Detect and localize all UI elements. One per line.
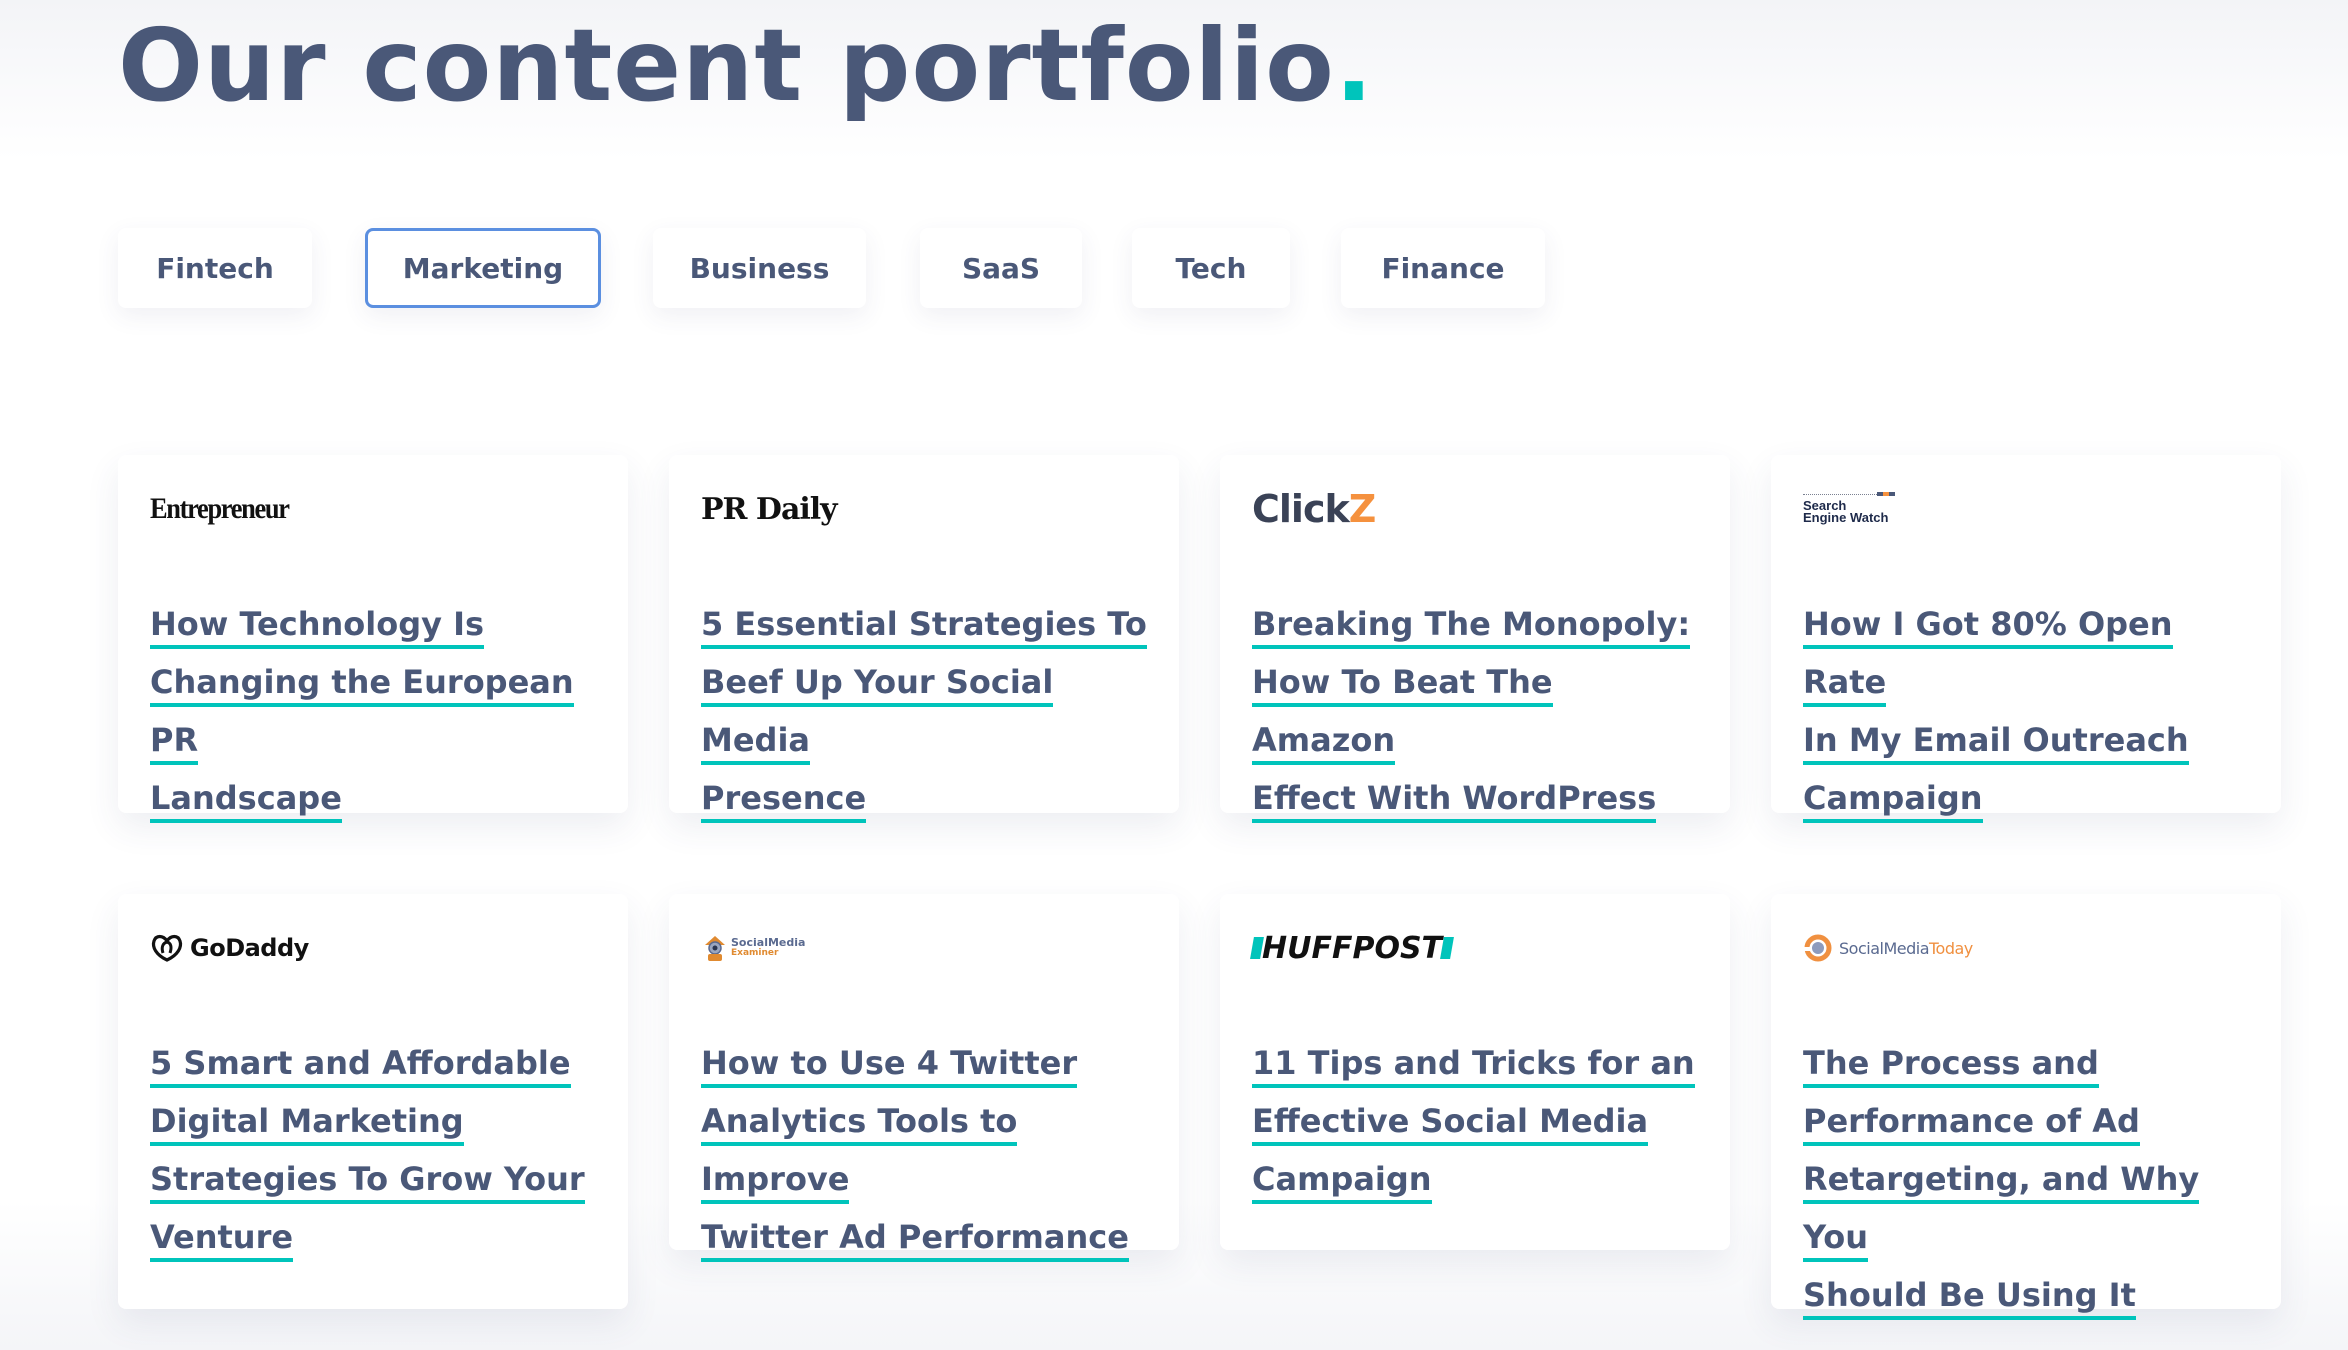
logo-line: Engine Watch (1803, 510, 1889, 525)
portfolio-card[interactable]: GoDaddy 5 Smart and Affordable Digital M… (118, 894, 628, 1309)
article-title-line[interactable]: How To Beat The Amazon (1252, 663, 1553, 765)
article-title[interactable]: How to Use 4 Twitter Analytics Tools to … (701, 1034, 1149, 1266)
search-engine-watch-logo: Search Engine Watch (1803, 481, 1895, 537)
tab-tech[interactable]: Tech (1132, 228, 1290, 308)
social-media-today-logo: SocialMediaToday (1803, 920, 1973, 976)
entrepreneur-logo: Entrepreneur (150, 481, 308, 537)
article-title-line[interactable]: 5 Smart and Affordable (150, 1044, 571, 1088)
article-title-line[interactable]: Effective Social Media (1252, 1102, 1649, 1146)
logo-text-main: SocialMedia (1839, 938, 1930, 958)
article-title-line[interactable]: Breaking The Monopoly: (1252, 605, 1691, 649)
article-title-line[interactable]: Beef Up Your Social Media (701, 663, 1054, 765)
article-title-line[interactable]: 5 Essential Strategies To (701, 605, 1147, 649)
portfolio-card[interactable]: HUFFPOST 11 Tips and Tricks for an Effec… (1220, 894, 1730, 1250)
page-title-dot: . (1334, 7, 1374, 124)
tab-finance[interactable]: Finance (1341, 228, 1545, 308)
portfolio-card[interactable]: SocialMedia Examiner How to Use 4 Twitter… (669, 894, 1179, 1262)
social-media-examiner-mascot-icon (705, 936, 725, 961)
article-title-line[interactable]: Presence (701, 779, 867, 823)
article-title-line[interactable]: Analytics Tools to Improve (701, 1102, 1018, 1204)
article-title-line[interactable]: The Process and (1803, 1044, 2099, 1088)
tab-saas[interactable]: SaaS (920, 228, 1082, 308)
tab-label: SaaS (961, 251, 1041, 285)
tab-label: Fintech (156, 251, 274, 285)
article-title[interactable]: Breaking The Monopoly: How To Beat The A… (1252, 595, 1700, 827)
pr-daily-logo: PR Daily (701, 481, 838, 537)
article-title[interactable]: 5 Smart and Affordable Digital Marketing… (150, 1034, 598, 1266)
article-title[interactable]: How Technology Is Changing the European … (150, 595, 598, 827)
article-title[interactable]: 5 Essential Strategies To Beef Up Your S… (701, 595, 1149, 827)
logo-text-accent: Today (1929, 938, 1973, 958)
tab-marketing[interactable]: Marketing (365, 228, 601, 308)
article-title-line[interactable]: Changing the European PR (150, 663, 574, 765)
logo-wordmark: SocialMediaToday (1839, 939, 1973, 958)
page-title: Our content portfolio. (118, 6, 1374, 126)
logo-text: ClickZ (1252, 487, 1377, 531)
logo-text: GoDaddy (150, 933, 309, 963)
logo-wordmark: GoDaddy (190, 934, 309, 962)
article-title-line[interactable]: Twitter Ad Performance (701, 1218, 1129, 1262)
article-title[interactable]: The Process and Performance of Ad Retarg… (1803, 1034, 2251, 1324)
tab-label: Tech (1175, 251, 1247, 285)
godaddy-heart-icon (151, 934, 183, 962)
portfolio-card[interactable]: Search Engine Watch How I Got 80% Open R… (1771, 455, 2281, 823)
godaddy-logo: GoDaddy (150, 920, 309, 976)
tab-label: Finance (1381, 251, 1505, 285)
article-title-line[interactable]: In My Email Outreach (1803, 721, 2189, 765)
article-title-line[interactable]: Retargeting, and Why You (1803, 1160, 2200, 1262)
article-title-line[interactable]: Strategies To Grow Your (150, 1160, 585, 1204)
page-title-text: Our content portfolio (118, 7, 1335, 124)
article-title-line[interactable]: Campaign (1803, 779, 1983, 823)
logo-line: Examiner (731, 948, 779, 958)
huffpost-logo: HUFFPOST (1250, 920, 1454, 976)
logo-text: Entrepreneur (150, 492, 290, 525)
logo-bracket-right (1440, 937, 1454, 959)
article-title[interactable]: 11 Tips and Tricks for an Effective Soci… (1252, 1034, 1700, 1208)
logo-text: SocialMedia Examiner (701, 933, 805, 963)
social-media-today-ring-icon (1803, 934, 1832, 962)
article-title-line[interactable]: Venture (150, 1218, 294, 1262)
portfolio-card[interactable]: PR Daily 5 Essential Strategies To Beef … (669, 455, 1179, 823)
article-title-line[interactable]: Effect With WordPress (1252, 779, 1657, 823)
article-title-line[interactable]: Digital Marketing (150, 1102, 464, 1146)
logo-text: HUFFPOST (1250, 930, 1454, 966)
tab-label: Marketing (402, 251, 564, 285)
article-title-line[interactable]: How Technology Is (150, 605, 485, 649)
logo-text: PR Daily (701, 491, 838, 527)
clickz-logo: ClickZ (1252, 481, 1377, 537)
logo-wordmark: HUFFPOST (1262, 930, 1443, 966)
portfolio-card[interactable]: SocialMediaToday The Process and Perform… (1771, 894, 2281, 1320)
social-media-examiner-logo: SocialMedia Examiner (701, 920, 805, 976)
article-title-line[interactable]: Performance of Ad (1803, 1102, 2140, 1146)
article-title-line[interactable]: 11 Tips and Tricks for an (1252, 1044, 1695, 1088)
tab-label: Business (689, 251, 830, 285)
article-title-line[interactable]: How I Got 80% Open Rate (1803, 605, 2173, 707)
article-title[interactable]: How I Got 80% Open Rate In My Email Outr… (1803, 595, 2251, 827)
portfolio-card[interactable]: Entrepreneur How Technology Is Changing … (118, 455, 628, 823)
portfolio-card[interactable]: ClickZ Breaking The Monopoly: How To Bea… (1220, 455, 1730, 823)
article-title-line[interactable]: Campaign (1252, 1160, 1432, 1204)
logo-text-main: Click (1252, 487, 1350, 531)
article-title-line[interactable]: Landscape (150, 779, 342, 823)
logo-wordmark: SocialMedia Examiner (731, 937, 805, 959)
tab-business[interactable]: Business (653, 228, 866, 308)
logo-squares (1877, 492, 1895, 496)
logo-text: SocialMediaToday (1803, 933, 1973, 963)
logo-text: Search Engine Watch (1803, 492, 1895, 525)
logo-text-accent: Z (1348, 487, 1377, 531)
tab-fintech[interactable]: Fintech (118, 228, 312, 308)
article-title-line[interactable]: How to Use 4 Twitter (701, 1044, 1078, 1088)
article-title-line[interactable]: Should Be Using It (1803, 1276, 2136, 1320)
